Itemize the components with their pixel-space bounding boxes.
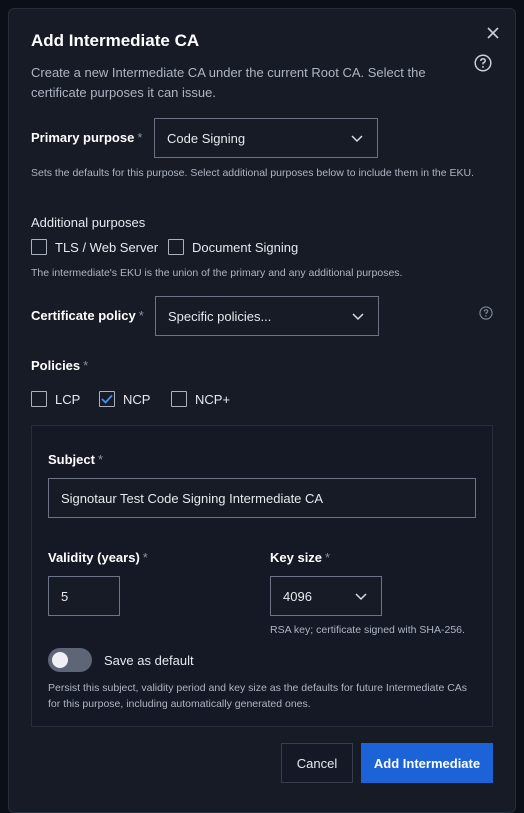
checkbox-label: TLS / Web Server bbox=[55, 239, 159, 255]
save-default-hint: Persist this subject, validity period an… bbox=[48, 682, 468, 710]
primary-purpose-hint: Sets the defaults for this purpose. Sele… bbox=[31, 167, 475, 179]
chevron-down-icon bbox=[355, 593, 367, 601]
checkbox-lcp[interactable]: LCP bbox=[31, 391, 80, 407]
add-intermediate-ca-dialog: Add Intermediate CA Create a new Interme… bbox=[8, 8, 516, 813]
checkbox-label: NCP+ bbox=[195, 391, 231, 407]
checkbox-box[interactable] bbox=[171, 391, 187, 407]
subject-value: Signotaur Test Code Signing Intermediate… bbox=[61, 490, 324, 506]
additional-purposes-hint: The intermediate's EKU is the union of t… bbox=[31, 267, 403, 279]
certificate-policy-value: Specific policies... bbox=[168, 308, 272, 324]
primary-purpose-value: Code Signing bbox=[167, 130, 246, 146]
checkbox-label: LCP bbox=[55, 391, 81, 407]
checkbox-ncp[interactable]: NCP bbox=[99, 391, 150, 407]
subject-label: Subject * bbox=[48, 452, 104, 467]
check-icon bbox=[101, 394, 113, 404]
key-size-label: Key size * bbox=[270, 550, 331, 565]
help-circle-icon[interactable] bbox=[474, 54, 492, 72]
toggle-knob bbox=[52, 652, 68, 668]
validity-label: Validity (years) * bbox=[48, 550, 148, 565]
chevron-down-icon bbox=[351, 135, 363, 143]
checkbox-label: NCP bbox=[123, 391, 151, 407]
checkbox-document-signing[interactable]: Document Signing bbox=[168, 239, 298, 255]
key-size-hint: RSA key; certificate signed with SHA-256… bbox=[270, 624, 465, 636]
additional-purposes-label: Additional purposes bbox=[31, 215, 146, 230]
certificate-policy-select[interactable]: Specific policies... bbox=[155, 296, 379, 336]
dialog-description: Create a new Intermediate CA under the c… bbox=[31, 65, 426, 100]
policies-label: Policies * bbox=[31, 358, 89, 373]
key-size-select[interactable]: 4096 bbox=[270, 576, 382, 616]
add-intermediate-button[interactable]: Add Intermediate bbox=[361, 743, 493, 783]
save-default-label: Save as default bbox=[104, 653, 194, 668]
checkbox-label: Document Signing bbox=[192, 239, 299, 255]
checkbox-box-checked[interactable] bbox=[99, 391, 115, 407]
subject-input[interactable]: Signotaur Test Code Signing Intermediate… bbox=[48, 478, 476, 518]
primary-purpose-select[interactable]: Code Signing bbox=[154, 118, 378, 158]
checkbox-ncp-plus[interactable]: NCP+ bbox=[171, 391, 230, 407]
certificate-policy-label: Certificate policy * bbox=[31, 308, 144, 323]
validity-input[interactable]: 5 bbox=[48, 576, 120, 616]
checkbox-box[interactable] bbox=[168, 239, 184, 255]
save-default-toggle[interactable] bbox=[48, 648, 92, 672]
validity-value: 5 bbox=[61, 588, 69, 604]
defaults-panel: Subject * Signotaur Test Code Signing Int… bbox=[31, 425, 493, 727]
close-icon[interactable] bbox=[481, 21, 505, 45]
checkbox-box[interactable] bbox=[31, 239, 47, 255]
checkbox-tls-web-server[interactable]: TLS / Web Server bbox=[31, 239, 158, 255]
key-size-value: 4096 bbox=[283, 588, 312, 604]
help-circle-icon[interactable] bbox=[479, 306, 493, 320]
checkbox-box[interactable] bbox=[31, 391, 47, 407]
primary-purpose-label: Primary purpose * bbox=[31, 130, 143, 145]
cancel-button[interactable]: Cancel bbox=[281, 743, 353, 783]
dialog-title: Add Intermediate CA bbox=[31, 31, 200, 50]
chevron-down-icon bbox=[352, 313, 364, 321]
